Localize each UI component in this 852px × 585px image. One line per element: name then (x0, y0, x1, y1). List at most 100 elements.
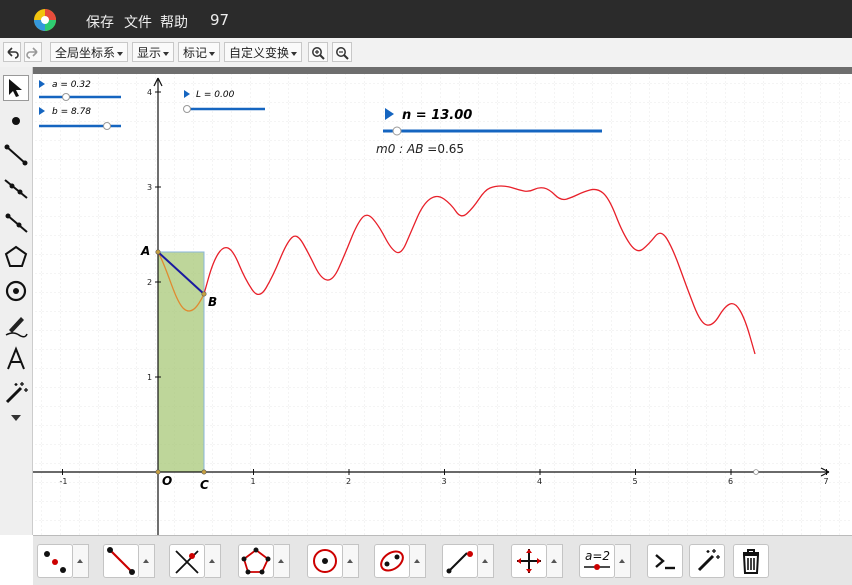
slider-tools-menu[interactable] (615, 544, 631, 578)
input-bar-button[interactable] (647, 544, 683, 578)
tool-sidebar (0, 67, 33, 535)
angle-tools-button[interactable] (442, 544, 478, 578)
redo-icon (26, 47, 38, 59)
conic-tools-menu[interactable] (410, 544, 426, 578)
x-tick-label: 4 (537, 477, 542, 486)
text-tool[interactable] (3, 346, 29, 372)
magic-wand-tool[interactable] (3, 380, 29, 406)
undo-button[interactable] (3, 42, 21, 62)
angle-icon (446, 551, 473, 574)
more-tools-button[interactable] (3, 410, 29, 426)
arrow-cursor-icon (9, 79, 22, 97)
line-tools-menu[interactable] (139, 544, 155, 578)
graphics-view[interactable]: -1 1 2 3 4 5 6 7 1 2 3 4 A B O C a = 0.32 b = 8.78 (33, 74, 852, 535)
circle-tools-menu[interactable] (343, 544, 359, 578)
chevron-down-icon (209, 51, 215, 56)
menu-file[interactable]: 文件 (124, 12, 152, 32)
label-c: C (200, 478, 209, 492)
x-tick-label: 1 (251, 477, 256, 486)
move-tool[interactable] (3, 75, 29, 101)
point-o[interactable] (155, 469, 161, 475)
custom-transform-button[interactable]: 自定义变换 (224, 42, 302, 62)
mark-button[interactable]: 标记 (178, 42, 220, 62)
x-tick-label: 2 (346, 477, 351, 486)
move-graphics-icon (517, 549, 541, 573)
line-icon (4, 179, 28, 199)
trash-icon (742, 549, 760, 574)
chevron-down-icon (291, 51, 297, 56)
circle-icon (313, 549, 337, 573)
line-tools-button[interactable] (103, 544, 139, 578)
angle-tools-menu[interactable] (478, 544, 494, 578)
app-logo-icon (34, 9, 56, 31)
conic-tools-button[interactable] (374, 544, 410, 578)
points-icon (44, 551, 66, 573)
point-b[interactable] (201, 291, 207, 297)
label-b: B (208, 295, 217, 309)
text-icon (7, 346, 25, 370)
perpendicular-tools-button[interactable] (169, 544, 205, 578)
y-tick-label: 2 (147, 278, 152, 287)
point-tools-button[interactable] (37, 544, 73, 578)
canvas-top-bar (33, 67, 852, 74)
ellipse-icon (380, 550, 404, 572)
zoom-in-button[interactable] (308, 42, 328, 62)
point-tools-menu[interactable] (73, 544, 89, 578)
slider-icon: a=2 (584, 549, 610, 570)
x-tick-label: -1 (60, 477, 68, 486)
chevron-down-icon (163, 51, 169, 56)
general-tools-button[interactable] (689, 544, 725, 578)
open-point[interactable] (753, 469, 759, 475)
magic-wand-icon (697, 549, 720, 572)
display-button[interactable]: 显示 (132, 42, 174, 62)
zoom-out-icon (336, 47, 349, 60)
slider-a-label: a = 0.32 (52, 80, 91, 90)
x-tick-label: 5 (633, 477, 638, 486)
point-c[interactable] (201, 469, 207, 475)
toolbar: 全局坐标系 显示 标记 自定义变换 (0, 38, 852, 68)
x-tick-label: 3 (442, 477, 447, 486)
y-tick-label: 4 (147, 88, 152, 97)
pen-tool[interactable] (3, 312, 29, 338)
point-tool[interactable] (3, 108, 29, 134)
undo-icon (7, 47, 19, 59)
perpendicular-tools-menu[interactable] (205, 544, 221, 578)
slider-tools-button[interactable]: a=2 (579, 544, 615, 578)
y-tick-label: 1 (147, 373, 152, 382)
ray-icon (5, 213, 28, 233)
segment-tool[interactable] (3, 142, 29, 168)
transform-tools-menu[interactable] (547, 544, 563, 578)
transform-tools-button[interactable] (511, 544, 547, 578)
global-coordinate-button[interactable]: 全局坐标系 (50, 42, 128, 62)
green-rectangle[interactable] (157, 251, 205, 473)
zoom-out-button[interactable] (332, 42, 352, 62)
chevron-down-icon (117, 51, 123, 56)
polygon-tool[interactable] (3, 244, 29, 270)
circle-tools-button[interactable] (307, 544, 343, 578)
polygon-tools-menu[interactable] (274, 544, 290, 578)
menu-help[interactable]: 帮助 (160, 12, 188, 32)
y-tick-label: 3 (147, 183, 152, 192)
measurement-text: m0 : AB =0.65 (376, 142, 464, 156)
polygon-icon (241, 547, 271, 575)
circle-tool[interactable] (3, 278, 29, 304)
delete-button[interactable] (733, 544, 769, 578)
redo-button[interactable] (24, 42, 42, 62)
graphics-svg[interactable]: -1 1 2 3 4 5 6 7 1 2 3 4 A B O C a = 0.32 b = 8.78 (33, 74, 852, 535)
polygon-tools-button[interactable] (238, 544, 274, 578)
bottom-toolbar: a=2 (33, 535, 852, 585)
ray-tool[interactable] (3, 210, 29, 236)
x-tick-label: 6 (728, 477, 733, 486)
menu-save[interactable]: 保存 (86, 12, 114, 32)
line-tool[interactable] (3, 176, 29, 202)
polygon-icon (4, 245, 28, 267)
terminal-icon (655, 554, 675, 570)
measure-prefix: m0 : (376, 142, 407, 156)
segment-icon (4, 144, 28, 166)
custom-transform-label: 自定义变换 (228, 46, 289, 60)
svg-text:a=2: a=2 (585, 549, 610, 563)
slider-b-label: b = 8.78 (52, 107, 91, 117)
segment-icon (107, 547, 135, 575)
circle-icon (5, 280, 27, 302)
point-a[interactable] (155, 249, 161, 255)
